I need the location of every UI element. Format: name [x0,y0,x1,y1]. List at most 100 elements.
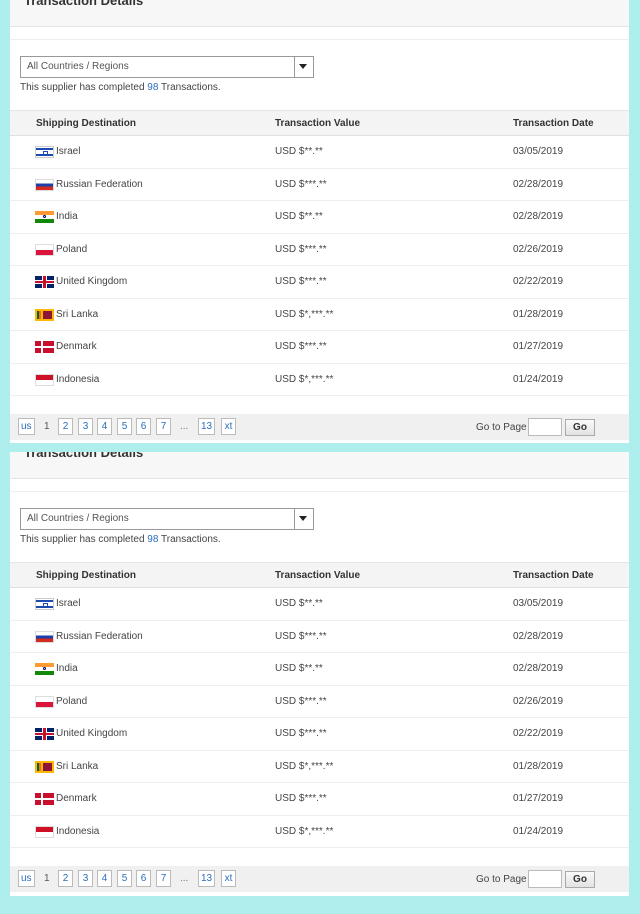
sri-lanka-flag-icon [35,308,54,321]
go-button[interactable]: Go [565,419,595,436]
row-value: USD $*,***.** [275,308,334,320]
country-select-value: All Countries / Regions [27,513,129,524]
col-shipping-destination: Shipping Destination [36,118,136,129]
go-button[interactable]: Go [565,871,595,888]
page-2-button[interactable]: 2 [58,418,73,435]
row-value: USD $***.** [275,793,327,804]
col-transaction-date: Transaction Date [513,118,594,129]
row-date: 02/26/2019 [513,243,564,255]
prev-page-button[interactable]: us [18,870,35,887]
table-header: Shipping Destination Transaction Value T… [10,562,629,588]
row-date: 03/05/2019 [513,598,564,609]
row-date: 02/22/2019 [513,276,564,287]
page-4-button[interactable]: 4 [97,870,112,887]
panel-title: Transaction Details [24,0,144,8]
row-value: USD $***.** [275,243,327,255]
denmark-flag-icon [35,341,54,353]
row-date: 01/24/2019 [513,373,564,385]
sri-lanka-flag-icon [35,760,54,773]
russia-flag-icon [35,630,54,643]
prev-page-button[interactable]: us [18,418,35,435]
row-value: USD $***.** [275,178,327,190]
page-7-button[interactable]: 7 [156,418,171,435]
israel-flag-icon [35,598,54,610]
table-row: Poland USD $***.** 02/26/2019 [10,686,629,718]
page-13-button[interactable]: 13 [198,418,216,435]
row-date: 02/22/2019 [513,728,564,739]
row-date: 02/28/2019 [513,178,564,190]
table-row: Denmark USD $***.** 01/27/2019 [10,783,629,816]
row-country: Russian Federation [56,630,143,642]
next-page-button[interactable]: xt [221,870,236,887]
transaction-count: 98 [147,534,159,545]
row-date: 02/28/2019 [513,211,564,222]
table-row: Denmark USD $***.** 01/27/2019 [10,331,629,364]
row-value: USD $***.** [275,695,327,707]
row-country: Sri Lanka [56,308,99,320]
current-page: 1 [44,873,50,884]
header-spacer [10,27,629,40]
page-5-button[interactable]: 5 [117,870,132,887]
page-ellipsis: ... [180,873,189,884]
summary-suffix: Transactions. [158,534,221,545]
page-3-button[interactable]: 3 [78,870,93,887]
row-value: USD $*,***.** [275,825,334,837]
page-6-button[interactable]: 6 [136,870,151,887]
table-row: United Kingdom USD $***.** 02/22/2019 [10,266,629,299]
row-country: India [56,663,78,674]
russia-flag-icon [35,178,54,191]
row-country: United Kingdom [56,728,128,739]
table-row: India USD $**.** 02/28/2019 [10,201,629,234]
country-region-select[interactable]: All Countries / Regions [20,508,314,530]
uk-flag-icon [35,276,54,288]
table-row: United Kingdom USD $***.** 02/22/2019 [10,718,629,751]
table-row: India USD $**.** 02/28/2019 [10,653,629,686]
country-region-select[interactable]: All Countries / Regions [20,56,314,78]
table-row: Israel USD $**.** 03/05/2019 [10,136,629,169]
page-ellipsis: ... [180,421,189,432]
row-country: Sri Lanka [56,760,99,772]
row-value: USD $***.** [275,728,327,739]
row-country: Indonesia [56,373,100,385]
summary-prefix: This supplier has completed [20,534,148,545]
uk-flag-icon [35,728,54,740]
row-country: Russian Federation [56,178,143,190]
goto-page-label: Go to Page [476,874,527,885]
table-row: Sri Lanka USD $*,***.** 01/28/2019 [10,299,629,331]
table-row: Indonesia USD $*,***.** 01/24/2019 [10,816,629,848]
table-row: Israel USD $**.** 03/05/2019 [10,588,629,621]
goto-page-label: Go to Page [476,422,527,433]
table-row: Russian Federation USD $***.** 02/28/201… [10,169,629,201]
page-7-button[interactable]: 7 [156,870,171,887]
row-date: 01/28/2019 [513,308,564,320]
transaction-panel: Transaction Details All Countries / Regi… [10,0,629,443]
row-value: USD $**.** [275,211,323,222]
india-flag-icon [35,211,54,223]
row-value: USD $**.** [275,146,323,157]
page-6-button[interactable]: 6 [136,418,151,435]
page-3-button[interactable]: 3 [78,418,93,435]
page-13-button[interactable]: 13 [198,870,216,887]
country-select-value: All Countries / Regions [27,61,129,72]
goto-page-input[interactable] [528,870,562,888]
page-2-button[interactable]: 2 [58,870,73,887]
table-row: Russian Federation USD $***.** 02/28/201… [10,621,629,653]
row-country: United Kingdom [56,276,128,287]
dropdown-button[interactable] [294,57,313,77]
row-value: USD $***.** [275,276,327,287]
row-date: 01/28/2019 [513,760,564,772]
page-5-button[interactable]: 5 [117,418,132,435]
transaction-summary: This supplier has completed 98 Transacti… [20,82,221,93]
dropdown-button[interactable] [294,509,313,529]
current-page: 1 [44,421,50,432]
header-spacer [10,479,629,492]
transaction-panel: Transaction Details All Countries / Regi… [10,452,629,896]
row-date: 01/24/2019 [513,825,564,837]
row-date: 01/27/2019 [513,793,564,804]
row-country: Israel [56,146,81,157]
page-4-button[interactable]: 4 [97,418,112,435]
next-page-button[interactable]: xt [221,418,236,435]
panel-header: Transaction Details [10,452,629,479]
table-row: Poland USD $***.** 02/26/2019 [10,234,629,266]
goto-page-input[interactable] [528,418,562,436]
